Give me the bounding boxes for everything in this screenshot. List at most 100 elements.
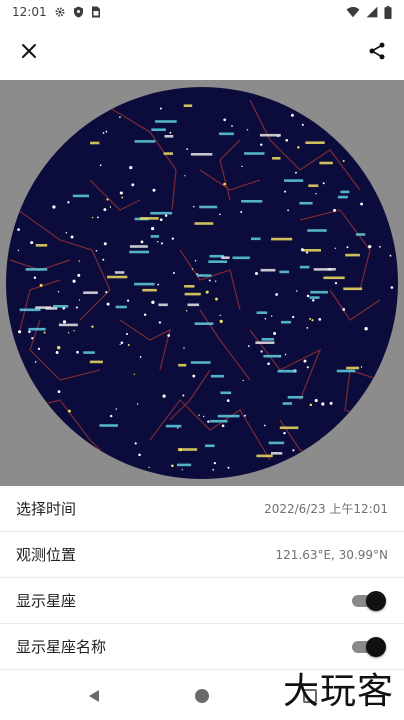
star	[91, 216, 94, 219]
star-label-mark	[150, 211, 173, 215]
star	[119, 343, 121, 345]
star	[295, 171, 297, 174]
observe-location-row[interactable]: 观测位置 121.63°E, 30.99°N	[0, 532, 404, 578]
star	[126, 299, 130, 302]
star	[28, 330, 31, 333]
star	[167, 334, 171, 337]
star-label-mark	[256, 311, 268, 314]
star	[95, 250, 98, 252]
star	[77, 273, 81, 277]
star	[152, 188, 156, 192]
star	[364, 327, 368, 331]
star	[192, 205, 195, 208]
star	[227, 466, 230, 469]
star	[263, 424, 266, 427]
star	[389, 254, 392, 257]
star	[271, 315, 273, 317]
star	[17, 228, 20, 231]
select-time-label: 选择时间	[16, 500, 77, 518]
settings-list: 选择时间 2022/6/23 上午12:01 观测位置 121.63°E, 30…	[0, 486, 404, 670]
show-constellations-row: 显示星座	[0, 578, 404, 624]
toggle-thumb	[366, 636, 386, 657]
star	[215, 297, 218, 301]
star	[55, 351, 59, 354]
star	[223, 182, 226, 186]
star-label-mark	[163, 152, 173, 155]
star	[309, 317, 312, 320]
star-label-mark	[187, 303, 200, 307]
star	[75, 306, 78, 309]
star	[68, 332, 70, 334]
back-icon[interactable]	[86, 688, 102, 704]
show-constellations-toggle[interactable]	[350, 590, 386, 611]
star-label-mark	[35, 244, 48, 247]
star	[207, 420, 210, 423]
star-label-mark	[255, 341, 275, 344]
star	[67, 201, 70, 204]
star	[306, 294, 310, 298]
star	[260, 143, 263, 146]
star-label-mark	[217, 414, 240, 418]
star-label-mark	[241, 200, 263, 203]
star-label-mark	[190, 153, 213, 156]
star-map[interactable]	[0, 80, 404, 486]
star	[342, 159, 345, 163]
star	[314, 398, 318, 403]
star	[30, 241, 34, 245]
star-label-mark	[282, 402, 293, 405]
toggle-thumb	[366, 590, 386, 611]
star	[287, 209, 289, 212]
star	[292, 449, 295, 452]
star	[106, 302, 110, 306]
wifi-icon	[346, 7, 360, 18]
star	[334, 282, 338, 285]
star	[360, 202, 364, 206]
watermark: 大玩客	[282, 671, 394, 712]
star	[57, 346, 61, 350]
shield-icon	[73, 6, 83, 18]
star-label-mark	[305, 141, 325, 144]
star	[138, 453, 141, 457]
share-button[interactable]	[362, 36, 392, 66]
star-label-mark	[129, 245, 148, 248]
star	[292, 315, 295, 319]
star	[194, 259, 197, 262]
star-label-mark	[184, 292, 201, 296]
show-constellation-names-toggle[interactable]	[350, 636, 386, 657]
select-time-row[interactable]: 选择时间 2022/6/23 上午12:01	[0, 486, 404, 532]
sky-chart-area[interactable]	[0, 80, 404, 486]
star	[322, 182, 325, 185]
star-label-mark	[263, 354, 282, 358]
star	[78, 260, 81, 262]
star-label-mark	[178, 363, 187, 367]
star-label-mark	[115, 305, 127, 309]
star	[329, 401, 333, 405]
star	[214, 280, 217, 282]
home-icon[interactable]	[194, 688, 210, 704]
star	[134, 442, 137, 445]
star-label-mark	[337, 195, 348, 199]
star	[57, 390, 61, 393]
star	[158, 321, 162, 324]
star	[181, 469, 183, 471]
star	[143, 313, 147, 316]
star-label-mark	[281, 320, 292, 324]
star	[275, 293, 278, 296]
star-label-mark	[287, 396, 304, 399]
star	[284, 353, 287, 356]
star	[120, 341, 124, 344]
star	[52, 205, 56, 209]
star-label-mark	[343, 287, 363, 291]
star	[131, 183, 135, 187]
star-label-mark	[345, 253, 360, 257]
star-label-mark	[256, 454, 273, 458]
star	[99, 164, 102, 167]
gear-icon	[55, 7, 65, 17]
status-time: 12:01	[12, 5, 47, 19]
star-label-mark	[129, 250, 149, 254]
star-label-mark	[158, 303, 168, 307]
star	[96, 216, 99, 219]
sky-disc	[6, 87, 398, 479]
star	[205, 290, 209, 294]
close-button[interactable]	[14, 36, 44, 66]
